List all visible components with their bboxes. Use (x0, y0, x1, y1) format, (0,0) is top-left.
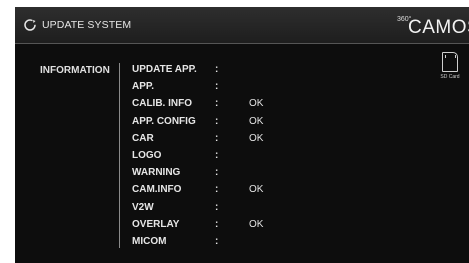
item-name: CAM.INFO (132, 184, 182, 196)
item-status: OK (249, 218, 264, 230)
item-name: CALIB. INFO (132, 98, 192, 110)
item-name: OVERLAY (132, 218, 180, 230)
page-title: UPDATE SYSTEM (42, 19, 132, 31)
item-colon: : (215, 81, 219, 93)
brand-logo: CAMOS (408, 17, 469, 38)
sd-card-icon (442, 52, 458, 72)
section-divider (119, 63, 120, 248)
item-status: OK (249, 98, 264, 110)
item-colon: : (215, 201, 219, 213)
update-system-screen: UPDATE SYSTEM 360° CAMOS SD Card INFORMA… (15, 7, 469, 263)
item-colon: : (215, 218, 219, 230)
information-label: INFORMATION (40, 65, 110, 76)
item-colon: : (215, 132, 219, 144)
item-colon: : (215, 167, 219, 179)
item-colon: : (215, 98, 219, 110)
item-status: OK (249, 132, 264, 144)
item-name: APP. CONFIG (132, 115, 196, 127)
refresh-icon (23, 18, 37, 32)
sd-card-label: SD Card (440, 74, 460, 80)
item-name: WARNING (132, 167, 181, 179)
item-name: V2W (132, 201, 154, 213)
header-bar: UPDATE SYSTEM 360° CAMOS (15, 7, 469, 44)
item-status: OK (249, 184, 264, 196)
item-name: APP. (132, 81, 155, 93)
item-name: CAR (132, 132, 154, 144)
item-colon: : (215, 149, 219, 161)
item-name: LOGO (132, 149, 162, 161)
item-name: UPDATE APP. (132, 64, 197, 75)
item-name: MICOM (132, 235, 167, 247)
item-colon: : (215, 184, 219, 196)
item-colon: : (215, 115, 219, 127)
item-colon: : (215, 64, 219, 75)
sd-card-indicator: SD Card (435, 52, 465, 80)
item-colon: : (215, 235, 219, 247)
item-status: OK (249, 115, 264, 127)
